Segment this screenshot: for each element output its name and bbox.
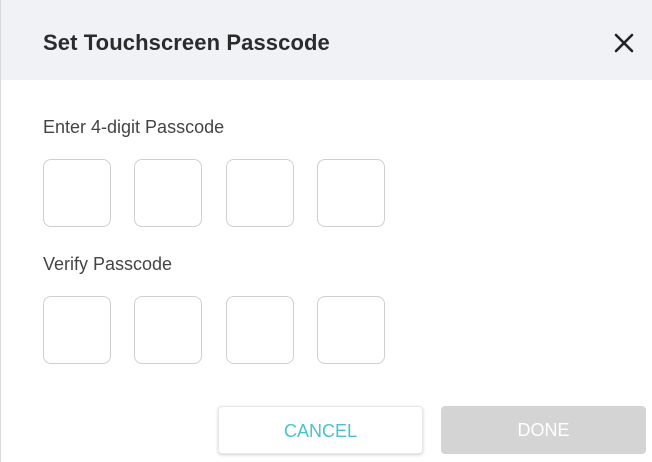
dialog-title: Set Touchscreen Passcode	[43, 30, 330, 55]
verify-digit-4[interactable]	[317, 296, 385, 364]
passcode-digit-3[interactable]	[226, 159, 294, 227]
passcode-label: Enter 4-digit Passcode	[43, 117, 225, 137]
done-button[interactable]: DONE	[441, 406, 646, 454]
verify-digit-2[interactable]	[134, 296, 202, 364]
close-icon[interactable]	[611, 30, 637, 56]
verify-label: Verify Passcode	[43, 254, 173, 274]
verify-digit-3[interactable]	[226, 296, 294, 364]
cancel-button[interactable]: CANCEL	[218, 406, 423, 454]
verify-digit-1[interactable]	[43, 296, 111, 364]
passcode-dialog: Set Touchscreen Passcode Enter 4-digit P…	[0, 0, 652, 462]
passcode-digit-1[interactable]	[43, 159, 111, 227]
passcode-digit-4[interactable]	[317, 159, 385, 227]
passcode-digit-2[interactable]	[134, 159, 202, 227]
dialog-header: Set Touchscreen Passcode	[1, 0, 652, 80]
